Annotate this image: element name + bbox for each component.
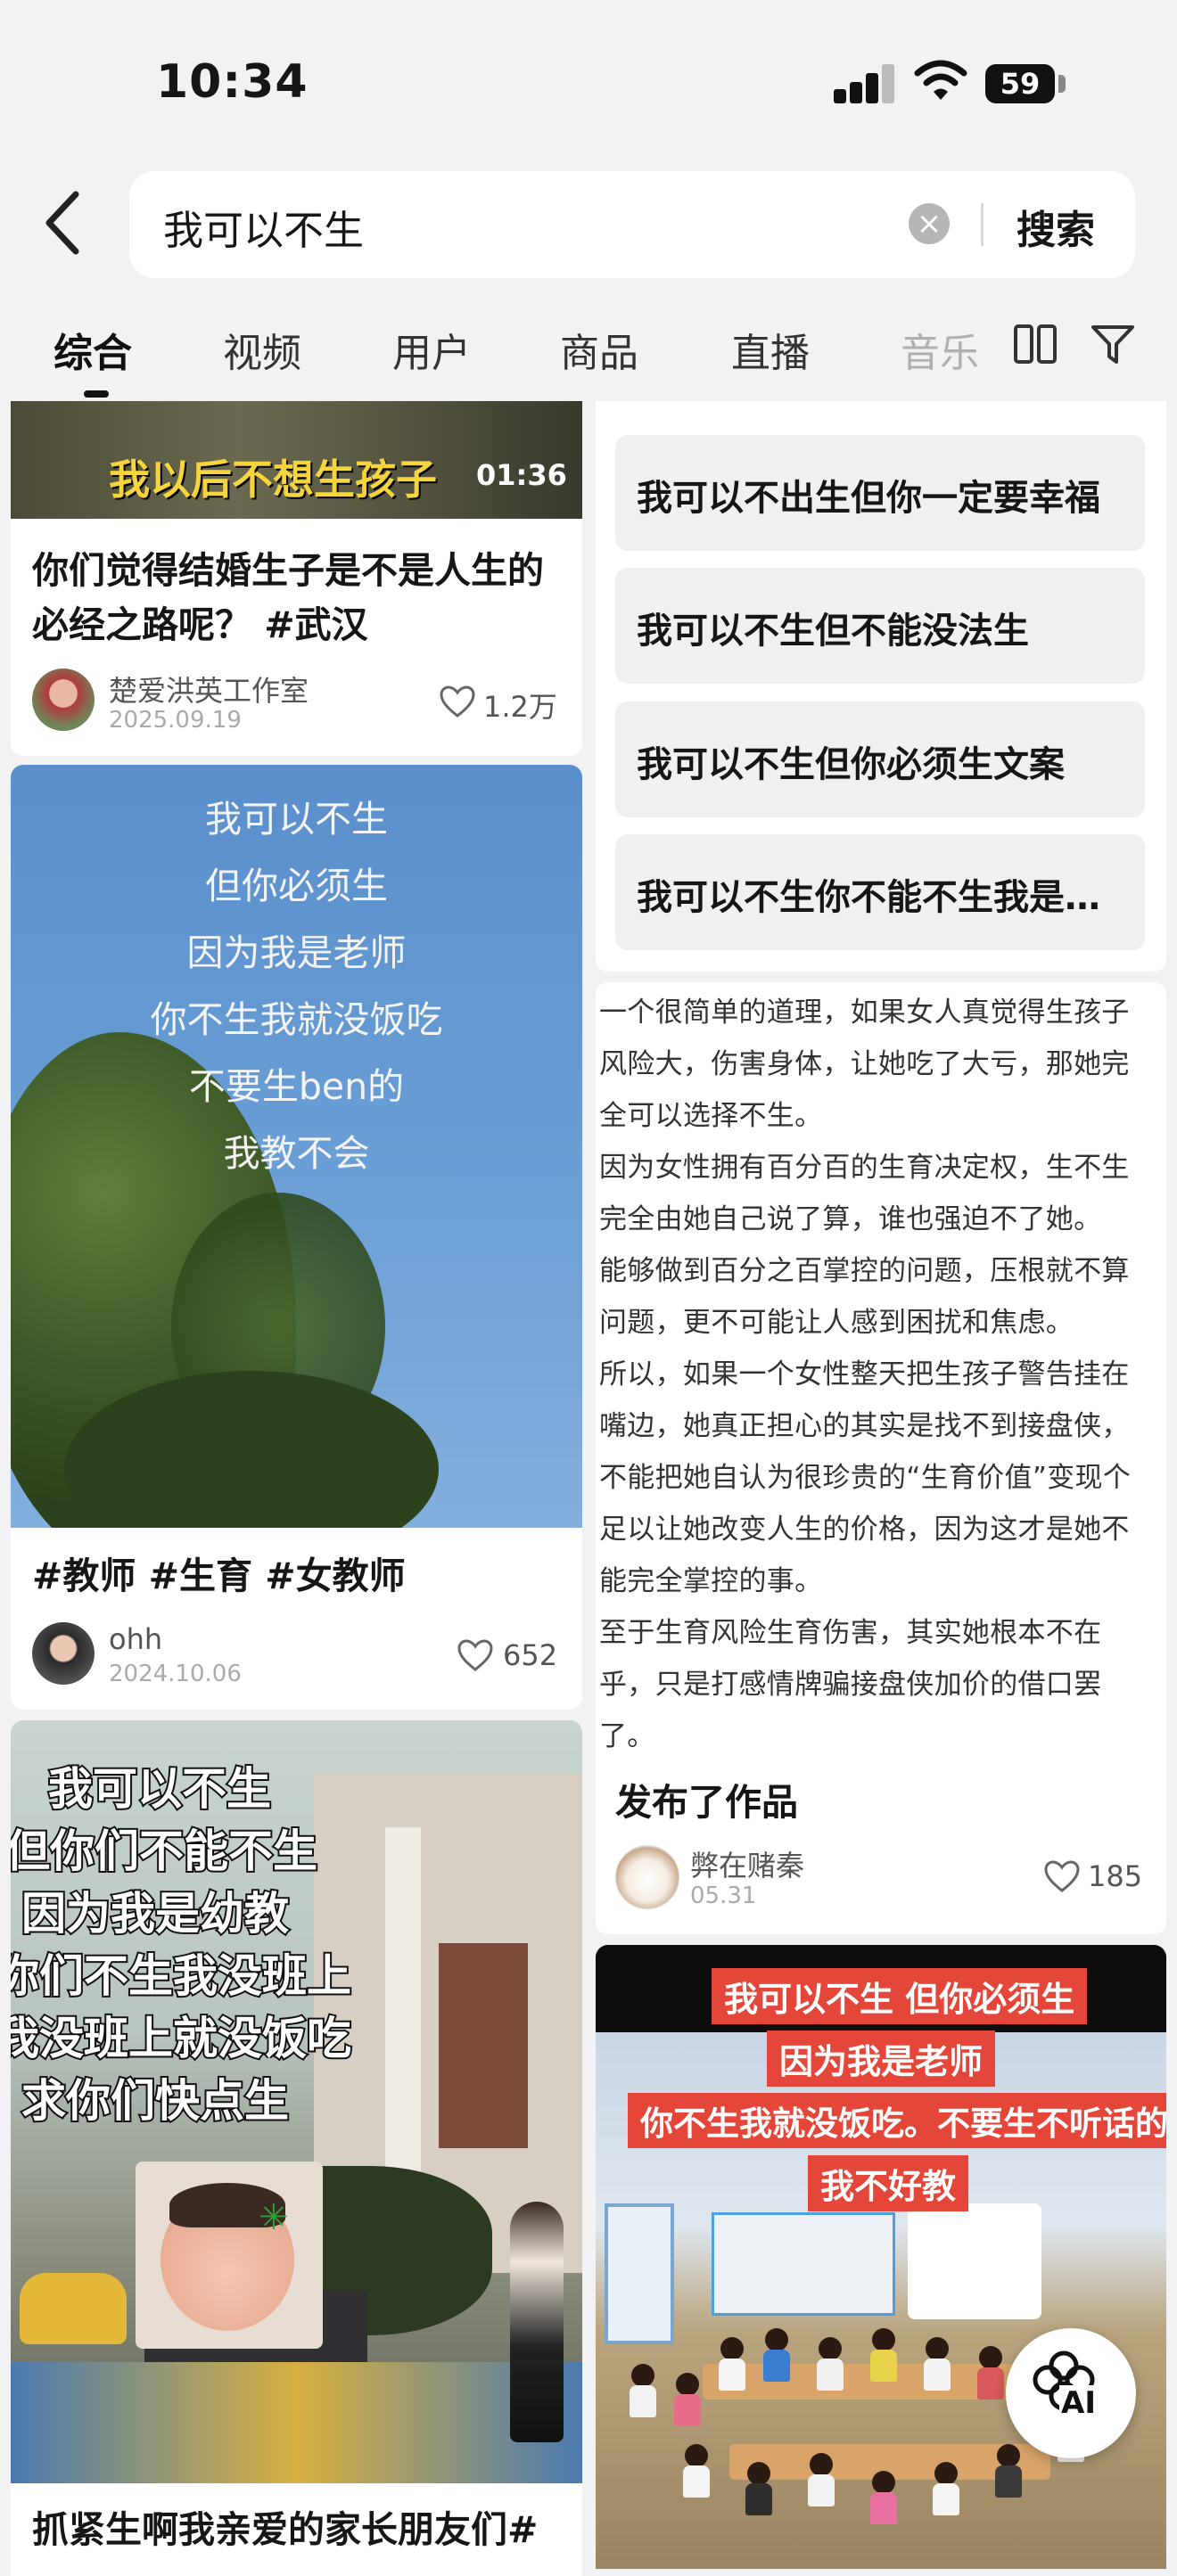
search-input[interactable]: 我可以不生	[163, 198, 364, 256]
clear-icon[interactable]: ×	[909, 203, 950, 244]
heart-icon[interactable]	[1043, 1859, 1081, 1893]
toy-car	[20, 2273, 127, 2344]
cellular-signal-icon	[834, 61, 894, 103]
card-title: 你们觉得结婚生子是不是人生的 必经之路呢？ #武汉	[32, 549, 544, 646]
card-title: 抓紧生啊我亲爱的家长朋友们#	[32, 2508, 539, 2551]
post-date: 05.31	[690, 1883, 757, 1909]
image-card[interactable]: 我可以不生 但你必须生 因为我是老师 你不生我就没饭吃。不要生不听话的， 我不好…	[596, 1945, 1166, 2569]
sky-tree-image: 我可以不生 但你必须生 因为我是老师 你不生我就没饭吃 不要生ben的 我教不会	[11, 765, 582, 1528]
image-card[interactable]: 我可以不生 但你必须生 因为我是老师 你不生我就没饭吃 不要生ben的 我教不会…	[11, 765, 582, 1710]
card-title: #教师 #生育 #女教师	[32, 1555, 406, 1597]
search-button[interactable]: 搜索	[1017, 198, 1095, 255]
active-tab-indicator	[84, 390, 109, 398]
back-arrow-icon[interactable]	[36, 187, 89, 258]
image-overlay-text: 我可以不生 但你必须生 因为我是老师 你不生我就没饭吃 不要生ben的 我教不会	[150, 798, 443, 1175]
ai-assistant-button[interactable]: AI	[1006, 2328, 1136, 2458]
heart-icon[interactable]	[457, 1638, 494, 1672]
avatar[interactable]	[32, 669, 95, 731]
avatar[interactable]	[32, 1622, 95, 1685]
related-search-item[interactable]: 我可以不生但你必须生文案	[615, 701, 1145, 817]
classroom-image: 我可以不生 但你必须生 因为我是老师 你不生我就没饭吃。不要生不听话的， 我不好…	[596, 1945, 1166, 2569]
image-card[interactable]: ✳ 我可以不生 但你们不能不生 因为我是幼教 你们不生我没班上 我没班上就没饭吃…	[11, 1720, 582, 2576]
battery-cap	[1058, 75, 1066, 93]
teacher-figure	[510, 2202, 564, 2442]
related-search-item[interactable]: 我可以不生你不能不生我是…	[615, 834, 1145, 950]
author-name[interactable]: 弊在赌秦	[690, 1843, 804, 1884]
video-card[interactable]: 我以后不想生孩子 01:36 你们觉得结婚生子是不是人生的 必经之路呢？ #武汉…	[11, 401, 582, 756]
image-overlay-text: 我可以不生 但你们不能不生 因为我是幼教 你们不生我没班上 我没班上就没饭吃 求…	[11, 1761, 353, 2129]
battery-icon: 59	[985, 64, 1055, 103]
avatar[interactable]	[615, 1845, 679, 1909]
video-caption: 我以后不想生孩子	[109, 455, 437, 504]
author-name[interactable]: 楚爱洪英工作室	[109, 669, 309, 710]
ai-label: AI	[1059, 2385, 1098, 2421]
like-count: 652	[503, 1638, 558, 1672]
tab-live[interactable]: 直播	[731, 321, 810, 378]
card-title: 发布了作品	[615, 1781, 798, 1824]
status-time: 10:34	[156, 55, 309, 109]
wifi-icon	[914, 60, 967, 100]
dual-column-icon[interactable]	[1012, 323, 1058, 365]
overlay-caption: 我不好教	[808, 2155, 969, 2211]
like-count: 1.2万	[483, 690, 557, 724]
tab-users[interactable]: 用户	[392, 321, 471, 378]
post-date: 2025.09.19	[109, 707, 242, 734]
search-box[interactable]: 我可以不生 × 搜索	[129, 171, 1135, 278]
classroom-wall-art	[712, 2212, 895, 2316]
anger-mark-icon: ✳	[259, 2197, 289, 2238]
classroom-window	[605, 2203, 674, 2344]
video-thumbnail: 我以后不想生孩子 01:36	[11, 401, 582, 519]
filter-icon[interactable]	[1090, 323, 1136, 365]
author-name[interactable]: ohh	[109, 1622, 162, 1656]
tab-music[interactable]: 音乐	[901, 321, 979, 378]
overlay-caption: 因为我是老师	[767, 2030, 996, 2087]
tab-comprehensive[interactable]: 综合	[54, 321, 132, 378]
search-divider	[981, 203, 984, 246]
overlay-caption: 我可以不生 但你必须生	[712, 1968, 1088, 2024]
playground-floor	[11, 2362, 582, 2483]
related-search-item[interactable]: 我可以不出生但你一定要幸福	[615, 435, 1145, 551]
overlay-caption: 你不生我就没饭吃。不要生不听话的，	[628, 2093, 1166, 2148]
tab-products[interactable]: 商品	[560, 321, 638, 378]
tab-video[interactable]: 视频	[223, 321, 301, 378]
video-duration: 01:36	[476, 458, 567, 492]
classroom-wall-art	[908, 2203, 1041, 2319]
post-date: 2024.10.06	[109, 1661, 242, 1687]
baby-face-sticker: ✳	[136, 2162, 323, 2349]
related-search-item[interactable]: 我可以不生但不能没法生	[615, 568, 1145, 684]
like-count: 185	[1088, 1859, 1143, 1893]
kindergarten-image: ✳ 我可以不生 但你们不能不生 因为我是幼教 你们不生我没班上 我没班上就没饭吃…	[11, 1720, 582, 2483]
heart-icon[interactable]	[439, 685, 476, 718]
